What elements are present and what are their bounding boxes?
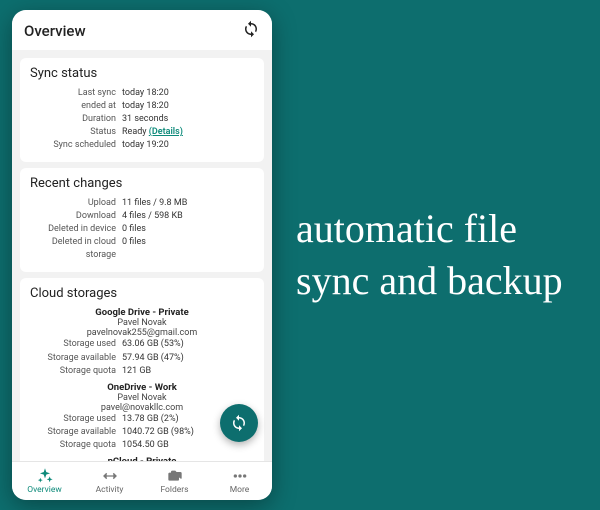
kv-row: Deleted in cloud storage0 files <box>30 236 254 262</box>
nav-label: Folders <box>142 485 207 495</box>
swap-icon <box>77 468 142 484</box>
storage-email: pavel@novakllc.com <box>30 403 254 413</box>
kv-label: Last sync <box>30 87 122 100</box>
kv-row: Storage available57.94 GB (47%) <box>30 352 254 365</box>
kv-row: Duration31 seconds <box>30 113 254 126</box>
kv-row: Last synctoday 18:20 <box>30 87 254 100</box>
sync-status-rows: Last synctoday 18:20ended attoday 18:20D… <box>30 87 254 152</box>
kv-row: StatusReady (Details) <box>30 126 254 139</box>
kv-row: ended attoday 18:20 <box>30 100 254 113</box>
storage-account[interactable]: Google Drive - PrivatePavel Novakpavelno… <box>30 307 254 377</box>
kv-value: today 18:20 <box>122 100 254 113</box>
kv-value: 11 files / 9.8 MB <box>122 197 254 210</box>
recent-changes-card: Recent changes Upload11 files / 9.8 MBDo… <box>20 168 264 272</box>
kv-label: ended at <box>30 100 122 113</box>
kv-value: 57.94 GB (47%) <box>122 352 254 365</box>
folders-icon <box>142 468 207 484</box>
kv-row: Upload11 files / 9.8 MB <box>30 197 254 210</box>
kv-value: 31 seconds <box>122 113 254 126</box>
kv-row: Sync scheduledtoday 19:20 <box>30 139 254 152</box>
kv-label: Deleted in cloud storage <box>30 236 122 262</box>
kv-row: Storage quota121 GB <box>30 365 254 378</box>
storage-account-name: OneDrive - Work <box>30 382 254 393</box>
recent-changes-rows: Upload11 files / 9.8 MBDownload4 files /… <box>30 197 254 262</box>
kv-row: Storage used63.06 GB (53%) <box>30 338 254 351</box>
nav-activity[interactable]: Activity <box>77 462 142 500</box>
kv-row: Deleted in device0 files <box>30 223 254 236</box>
card-title: Cloud storages <box>30 286 254 301</box>
details-link[interactable]: (Details) <box>149 127 183 137</box>
kv-label: Storage quota <box>30 365 122 378</box>
nav-label: Activity <box>77 485 142 495</box>
storage-account-name: Google Drive - Private <box>30 307 254 318</box>
nav-more[interactable]: More <box>207 462 272 500</box>
content-scroll[interactable]: Sync status Last synctoday 18:20ended at… <box>12 50 272 461</box>
kv-label: Storage quota <box>30 439 122 452</box>
storage-accounts: Google Drive - PrivatePavel Novakpavelno… <box>30 307 254 461</box>
kv-value: 63.06 GB (53%) <box>122 338 254 351</box>
sync-icon[interactable] <box>242 20 260 42</box>
kv-row: Download4 files / 598 KB <box>30 210 254 223</box>
storage-user: Pavel Novak <box>30 318 254 328</box>
kv-value: Ready (Details) <box>122 126 254 139</box>
nav-folders[interactable]: Folders <box>142 462 207 500</box>
kv-value: today 18:20 <box>122 87 254 100</box>
nav-overview[interactable]: Overview <box>12 462 77 500</box>
sparkle-icon <box>12 468 77 484</box>
kv-label: Storage available <box>30 426 122 439</box>
phone-frame: Overview Sync status Last synctoday 18:2… <box>12 10 272 500</box>
kv-row: Storage quota1054.50 GB <box>30 439 254 452</box>
nav-label: Overview <box>12 485 77 495</box>
kv-value: today 19:20 <box>122 139 254 152</box>
kv-label: Status <box>30 126 122 139</box>
kv-label: Storage available <box>30 352 122 365</box>
kv-label: Download <box>30 210 122 223</box>
app-header: Overview <box>12 10 272 50</box>
sync-fab[interactable] <box>220 404 258 442</box>
storage-email: pavelnovak255@gmail.com <box>30 328 254 338</box>
storage-user: Pavel Novak <box>30 393 254 403</box>
kv-value: 0 files <box>122 223 254 236</box>
kv-label: Sync scheduled <box>30 139 122 152</box>
kv-label: Storage used <box>30 413 122 426</box>
kv-value: 4 files / 598 KB <box>122 210 254 223</box>
card-title: Recent changes <box>30 176 254 191</box>
marketing-headline: automatic file sync and backup <box>272 203 600 307</box>
nav-label: More <box>207 485 272 495</box>
sync-status-card: Sync status Last synctoday 18:20ended at… <box>20 58 264 162</box>
page-title: Overview <box>24 22 86 40</box>
bottom-nav: OverviewActivityFoldersMore <box>12 461 272 500</box>
kv-value: 0 files <box>122 236 254 262</box>
more-icon <box>207 468 272 484</box>
kv-label: Storage used <box>30 338 122 351</box>
kv-value: 121 GB <box>122 365 254 378</box>
kv-label: Duration <box>30 113 122 126</box>
card-title: Sync status <box>30 66 254 81</box>
kv-label: Upload <box>30 197 122 210</box>
kv-label: Deleted in device <box>30 223 122 236</box>
